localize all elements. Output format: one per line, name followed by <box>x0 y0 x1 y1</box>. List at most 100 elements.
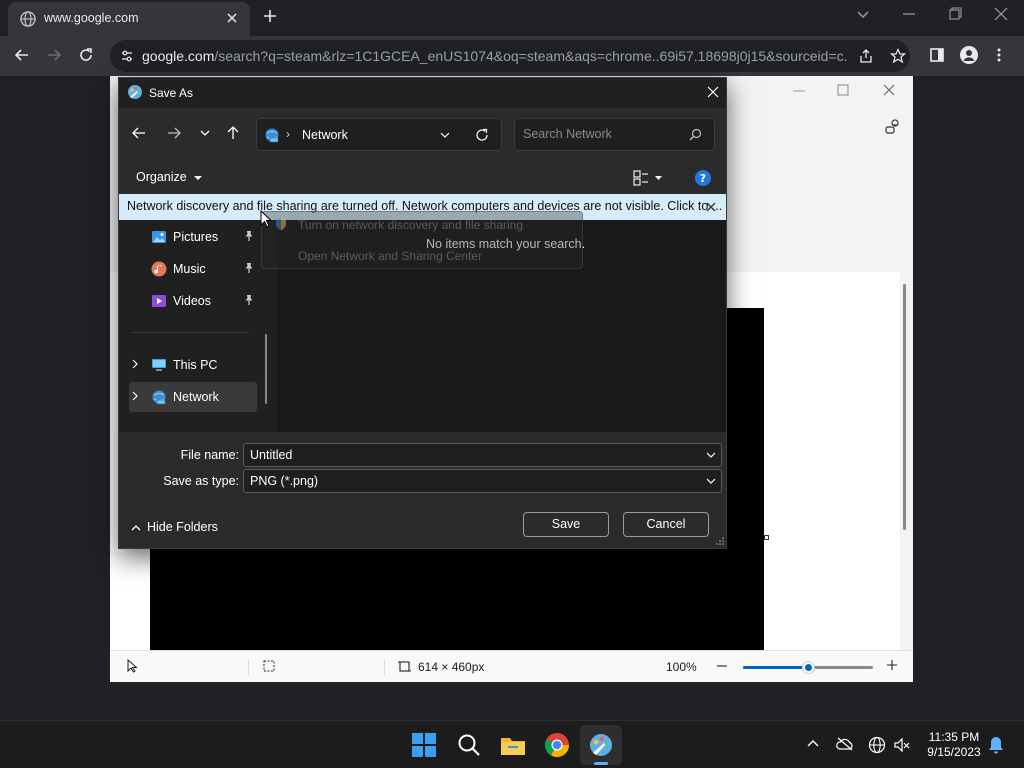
file-name-label: File name: <box>180 448 239 462</box>
hide-folders-label: Hide Folders <box>147 520 218 534</box>
onedrive-off-icon[interactable] <box>836 737 854 751</box>
paint-minimize-icon[interactable] <box>792 85 806 97</box>
nav-up-icon[interactable] <box>226 126 240 140</box>
url-text: google.com/search?q=steam&rlz=1C1GCEA_en… <box>142 48 848 64</box>
open-sharing-center-item[interactable]: Open Network and Sharing Center <box>298 249 482 263</box>
search-icon[interactable] <box>689 128 702 141</box>
volume-muted-icon[interactable] <box>893 736 911 754</box>
nav-item-label: Music <box>173 262 206 276</box>
paint-taskbar-button[interactable] <box>580 725 622 765</box>
profile-icon[interactable] <box>960 46 978 64</box>
nav-back-icon[interactable] <box>132 126 146 140</box>
restore-icon[interactable] <box>948 6 962 22</box>
nav-item-label: Network <box>173 390 219 404</box>
show-hidden-icons-icon[interactable] <box>806 737 820 751</box>
browser-tabstrip: www.google.com <box>0 0 1024 36</box>
save-type-label: Save as type: <box>163 474 239 488</box>
nav-item-pictures[interactable]: Pictures <box>129 222 257 252</box>
nav-pane-scrollbar[interactable] <box>265 334 267 404</box>
cancel-button[interactable]: Cancel <box>623 512 709 537</box>
dialog-title: Save As <box>149 86 194 100</box>
dialog-titlebar[interactable]: Save As <box>119 78 726 108</box>
chevron-right-icon[interactable] <box>131 359 139 369</box>
infobar-close-icon[interactable] <box>706 202 716 212</box>
pictures-icon <box>151 229 167 245</box>
search-input[interactable] <box>523 127 683 141</box>
bookmark-star-icon[interactable] <box>890 48 906 64</box>
chevron-down-icon[interactable] <box>706 451 716 459</box>
refresh-icon[interactable] <box>475 128 489 142</box>
minimize-icon[interactable] <box>902 6 916 22</box>
canvas-resize-handle[interactable] <box>764 535 769 540</box>
dialog-bottom-panel: File name: Untitled Save as type: PNG (*… <box>119 432 726 548</box>
search-box[interactable] <box>514 118 715 151</box>
new-tab-icon[interactable] <box>262 8 278 24</box>
save-button[interactable]: Save <box>523 512 609 537</box>
zoom-in-icon[interactable] <box>886 659 898 671</box>
taskbar-search-icon[interactable] <box>457 733 481 757</box>
tab-search-icon[interactable] <box>856 6 870 22</box>
save-type-select[interactable]: PNG (*.png) <box>243 469 722 493</box>
network-icon <box>264 127 280 143</box>
windows-taskbar: 11:35 PM 9/15/2023 <box>0 720 1024 768</box>
nav-item-this-pc[interactable]: This PC <box>129 350 257 380</box>
chevron-right-icon[interactable] <box>131 391 139 401</box>
url-path: /search?q=steam&rlz=1C1GCEA_enUS1074&oq=… <box>214 48 848 64</box>
zoom-slider-thumb[interactable] <box>802 661 815 674</box>
paint-vertical-scrollbar[interactable] <box>903 284 906 530</box>
recent-locations-icon[interactable] <box>199 126 211 140</box>
share-icon[interactable] <box>858 48 874 64</box>
chevron-down-icon[interactable] <box>706 477 716 485</box>
zoom-level[interactable]: 100% <box>666 660 697 674</box>
side-panel-icon[interactable] <box>929 47 945 63</box>
dialog-close-icon[interactable] <box>707 86 719 98</box>
notification-bell-icon[interactable] <box>988 736 1004 754</box>
resize-grip-icon[interactable] <box>716 537 724 545</box>
site-info-icon[interactable] <box>120 49 134 63</box>
paint-maximize-icon[interactable] <box>837 84 849 96</box>
save-as-dialog: Save As › Network Search Network Organiz… <box>118 77 727 549</box>
organize-button[interactable]: Organize <box>136 170 203 184</box>
start-windows-icon[interactable] <box>412 733 436 757</box>
menu-dots-icon[interactable] <box>996 47 1002 63</box>
paint-close-icon[interactable] <box>883 84 895 96</box>
back-icon[interactable] <box>14 47 30 63</box>
forward-icon[interactable] <box>46 47 62 63</box>
clock-date: 9/15/2023 <box>927 745 981 759</box>
file-name-field[interactable]: Untitled <box>243 443 722 467</box>
zoom-slider-track[interactable] <box>743 661 873 674</box>
help-icon[interactable]: ? <box>695 170 711 186</box>
hide-folders-button[interactable]: Hide Folders <box>131 520 218 534</box>
chrome-icon[interactable] <box>544 732 570 758</box>
url-host: google.com <box>142 48 215 64</box>
view-options-icon[interactable] <box>633 170 663 186</box>
address-bar[interactable]: google.com/search?q=steam&rlz=1C1GCEA_en… <box>110 40 910 72</box>
nav-item-label: Videos <box>173 294 211 308</box>
cursor-pointer-icon <box>126 659 138 673</box>
nav-item-videos[interactable]: Videos <box>129 286 257 316</box>
reload-icon[interactable] <box>78 47 94 63</box>
address-dropdown-icon[interactable] <box>440 130 450 140</box>
copilot-icon[interactable] <box>884 118 902 136</box>
network-status-icon[interactable] <box>868 736 886 754</box>
infobar-context-menu: Turn on network discovery and file shari… <box>261 211 583 269</box>
nav-item-music[interactable]: Music <box>129 254 257 284</box>
nav-forward-icon[interactable] <box>167 126 181 140</box>
navigation-pane: Pictures Music Videos This PC Network <box>119 220 275 432</box>
address-breadcrumb[interactable]: › Network <box>256 118 502 151</box>
turn-on-discovery-item[interactable]: Turn on network discovery and file shari… <box>298 218 523 232</box>
globe-icon <box>20 11 36 27</box>
nav-item-network[interactable]: Network <box>129 382 257 412</box>
close-tab-icon[interactable] <box>224 10 240 26</box>
paint-status-bar: 614 × 460px 100% <box>110 650 913 682</box>
file-explorer-icon[interactable] <box>500 733 526 757</box>
zoom-slider-fill <box>743 666 808 669</box>
browser-tab[interactable]: www.google.com <box>8 2 250 36</box>
nav-item-label: This PC <box>173 358 218 372</box>
zoom-out-icon[interactable] <box>716 660 728 672</box>
dialog-navigation-bar: › Network <box>119 108 726 162</box>
close-window-icon[interactable] <box>994 6 1008 22</box>
organize-label: Organize <box>136 170 187 184</box>
taskbar-clock[interactable]: 11:35 PM 9/15/2023 <box>914 730 994 760</box>
address-location: Network <box>302 128 348 142</box>
